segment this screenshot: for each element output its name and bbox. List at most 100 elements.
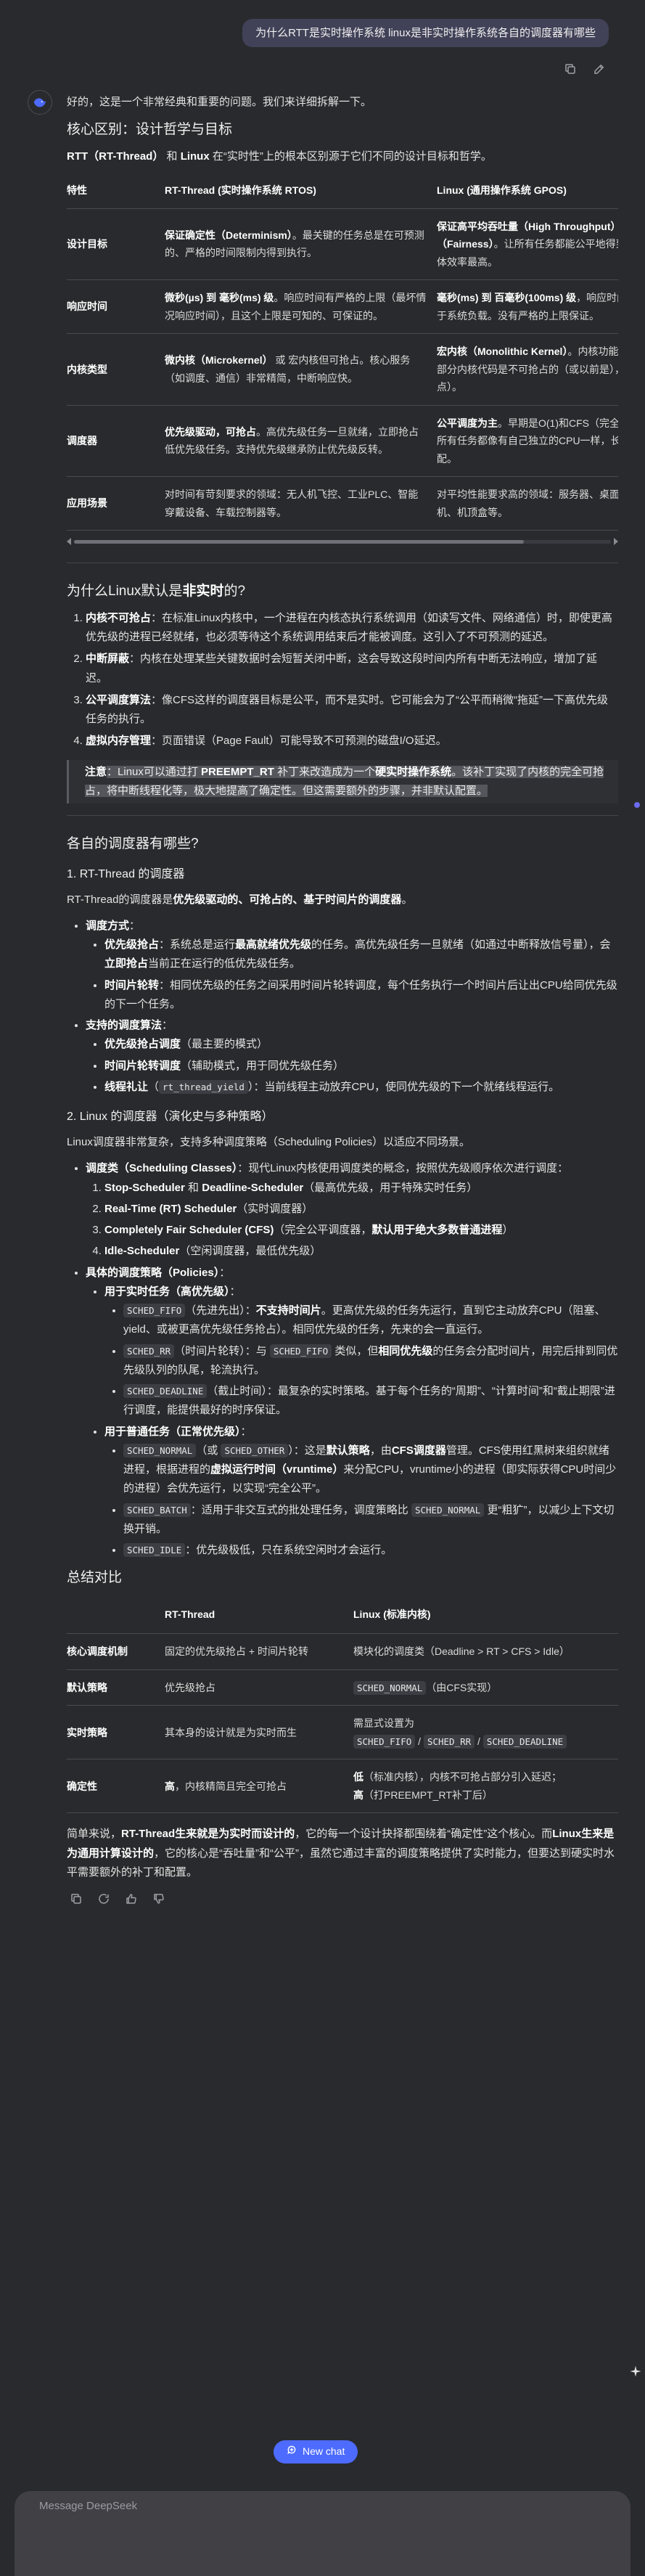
text: ，由	[369, 1444, 392, 1457]
section-heading-schedulers: 各自的调度器有哪些?	[67, 836, 199, 852]
text: ：优先级极低，只在系统空闲时才会运行。	[185, 1544, 393, 1557]
section-heading-summary: 总结对比	[67, 1570, 123, 1586]
message-composer[interactable]	[15, 2491, 630, 2576]
text: （空闲调度器，最低优先级）	[179, 1245, 321, 1258]
text: （最主要的模式）	[181, 1038, 268, 1051]
bold-text: 低	[353, 1771, 363, 1783]
text: 的任务。高优先级任务一旦就绪（如通过中断释放信号量），会	[311, 939, 611, 952]
bold-text: 默认用于绝大多数普通进程	[371, 1224, 503, 1237]
thumbs-up-icon[interactable]	[122, 1889, 141, 1908]
intro-text: 好的，这是一个非常经典和重要的问题。我们来详细拆解一下。	[67, 96, 372, 108]
text: （实时调度器）	[237, 1202, 313, 1215]
note-label: 注意	[85, 765, 107, 778]
bold-text: Real-Time (RT) Scheduler	[104, 1202, 237, 1215]
table-cell: 宏内核（Monolithic Kernel）。内核功能庞大复杂，但大部分内核代码…	[437, 333, 618, 406]
bold-text: Idle-Scheduler	[104, 1245, 180, 1258]
new-chat-button[interactable]: New chat	[274, 2440, 358, 2463]
rtt-scheduler-heading: 1. RT-Thread 的调度器	[67, 867, 185, 880]
linux-lead: Linux调度器非常复杂，支持多种调度策略（Scheduling Policie…	[67, 1136, 470, 1149]
scroll-right-arrow-icon[interactable]	[614, 538, 618, 546]
list-item: 具体的调度策略（Policies）： 用于实时任务（高优先级）： SCHED_F…	[86, 1264, 618, 1561]
message-input[interactable]	[39, 2500, 547, 2512]
table-cell: 需显式设置为 SCHED_FIFO / SCHED_RR / SCHED_DEAD…	[353, 1705, 618, 1760]
bold-text: 内核不可抢占	[86, 611, 152, 624]
inline-code: SCHED_FIFO	[123, 1304, 186, 1318]
list-item: 支持的调度算法： 优先级抢占调度（最主要的模式） 时间片轮转调度（辅助模式，用于…	[86, 1016, 618, 1097]
table-header: RT-Thread (实时操作系统 RTOS)	[165, 173, 437, 209]
text: 当前正在运行的低优先级任务。	[148, 957, 301, 970]
comparison-table: 特性 RT-Thread (实时操作系统 RTOS) Linux (通用操作系统…	[67, 173, 618, 531]
conclusion-text: 简单来说，RT-Thread生来就是为实时而设计的，它的每一个设计抉择都围绕着“…	[67, 1825, 618, 1882]
list-item: Completely Fair Scheduler (CFS)（完全公平调度器，…	[104, 1221, 618, 1240]
bold-text: 硬实时操作系统	[375, 765, 452, 778]
bold-text: 默认策略	[326, 1444, 370, 1457]
copy-icon[interactable]	[67, 1889, 86, 1908]
text: ：Linux可以通过打	[107, 765, 202, 778]
table-cell: 高，内核精简且完全可抢占	[165, 1759, 353, 1814]
list-item: 线程礼让（rt_thread_yield）：当前线程主动放弃CPU，使同优先级的…	[104, 1078, 618, 1097]
list-item: SCHED_RR（时间片轮转）：与 SCHED_FIFO 类似，但相同优先级的任…	[123, 1342, 618, 1381]
table-header: Linux (通用操作系统 GPOS)	[437, 173, 618, 209]
text: ，内核精简且完全可抢占	[175, 1780, 287, 1792]
table-horizontal-scrollbar[interactable]	[67, 535, 618, 548]
table-header	[67, 1595, 165, 1635]
table-cell: 应用场景	[67, 476, 165, 531]
text: 为什么Linux默认是	[67, 584, 183, 600]
bold-text: Completely Fair Scheduler (CFS)	[104, 1224, 274, 1237]
bold-text: 优先级驱动，可抢占	[165, 425, 256, 438]
bold-text: 优先级驱动的、可抢占的、基于时间片的调度器	[173, 893, 402, 906]
scroll-indicator-dot[interactable]	[634, 802, 640, 809]
section-heading-core-difference: 核心区别：设计哲学与目标	[67, 122, 233, 138]
bold-text: 优先级抢占	[104, 939, 160, 952]
bold-text: 立即抢占	[104, 957, 149, 970]
table-cell: 响应时间	[67, 279, 165, 335]
list-item: 内核不可抢占：在标准Linux内核中，一个进程在内核态执行系统调用（如读写文件、…	[86, 609, 618, 647]
deepseek-whale-icon	[28, 90, 52, 115]
reasons-list: 内核不可抢占：在标准Linux内核中，一个进程在内核态执行系统调用（如读写文件、…	[67, 609, 618, 751]
table-cell: 默认策略	[67, 1669, 165, 1706]
copy-icon[interactable]	[561, 60, 580, 78]
edit-icon[interactable]	[590, 60, 609, 78]
inline-code: SCHED_RR	[423, 1734, 475, 1749]
comparison-table-scroll-area[interactable]: 特性 RT-Thread (实时操作系统 RTOS) Linux (通用操作系统…	[67, 173, 618, 531]
list-item: 调度方式： 优先级抢占：系统总是运行最高就绪优先级的任务。高优先级任务一旦就绪（…	[86, 917, 618, 1014]
table-row: 内核类型 微内核（Microkernel） 或 宏内核但可抢占。核心服务（如调度…	[67, 333, 618, 406]
inline-code: SCHED_RR	[123, 1344, 175, 1358]
highlighted-text: ：Linux可以通过打 PREEMPT_RT 补丁来改造成为一个硬实时操作系统。…	[85, 765, 604, 797]
table-header: 特性	[67, 173, 165, 209]
bold-text: CFS调度器	[391, 1444, 446, 1457]
table-cell: 调度器	[67, 405, 165, 478]
table-cell: 模块化的调度类（Deadline > RT > CFS > Idle）	[353, 1633, 618, 1670]
text: 。	[401, 893, 413, 906]
linux-scheduler-heading: 2. Linux 的调度器（演化史与多种策略）	[67, 1111, 274, 1124]
bold-text: 虚拟运行时间（vruntime）	[210, 1463, 344, 1476]
table-row: 默认策略 优先级抢占 SCHED_NORMAL （由CFS实现）	[67, 1669, 618, 1706]
inline-code: rt_thread_yield	[159, 1079, 248, 1094]
text: （完全公平调度器，	[274, 1224, 372, 1237]
sparkle-icon[interactable]	[629, 2365, 642, 2378]
list-item: Real-Time (RT) Scheduler（实时调度器）	[104, 1200, 618, 1219]
text: 类似，但	[332, 1344, 379, 1357]
text: （标准内核），内核不可抢占部分引入延迟；	[363, 1771, 562, 1783]
scrollbar-thumb[interactable]	[74, 540, 524, 544]
text: ）：这是	[288, 1444, 326, 1457]
list-item: 调度类（Scheduling Classes）：现代Linux内核使用调度类的概…	[86, 1159, 618, 1261]
list-item: 优先级抢占调度（最主要的模式）	[104, 1035, 618, 1054]
text: ，它的每一个设计抉择都围绕着“确定性”这个核心。而	[295, 1828, 553, 1841]
table-header: Linux (标准内核)	[353, 1595, 618, 1635]
list-item: SCHED_FIFO（先进先出）：不支持时间片。更高优先级的任务先运行，直到它主…	[123, 1301, 618, 1340]
regenerate-icon[interactable]	[94, 1889, 113, 1908]
thumbs-down-icon[interactable]	[149, 1889, 168, 1908]
bold-text: 中断屏蔽	[86, 653, 130, 666]
bold-text: Deadline-Scheduler	[202, 1181, 304, 1194]
scroll-left-arrow-icon[interactable]	[67, 538, 71, 546]
table-cell: SCHED_NORMAL （由CFS实现）	[353, 1669, 618, 1706]
text: （辅助模式，用于同优先级任务）	[181, 1059, 345, 1072]
table-header-row: 特性 RT-Thread (实时操作系统 RTOS) Linux (通用操作系统…	[67, 173, 618, 209]
text: 和	[184, 1181, 202, 1194]
user-message-text: 为什么RTT是实时操作系统 linux是非实时操作系统各自的调度器有哪些	[255, 27, 596, 39]
bold-text: RT-Thread生来就是为实时而设计的	[121, 1828, 295, 1841]
text: ：适用于非交互式的批处理任务，调度策略比	[190, 1503, 411, 1516]
text: ）	[502, 1224, 514, 1237]
bold-text: 最高就绪优先级	[235, 939, 312, 952]
